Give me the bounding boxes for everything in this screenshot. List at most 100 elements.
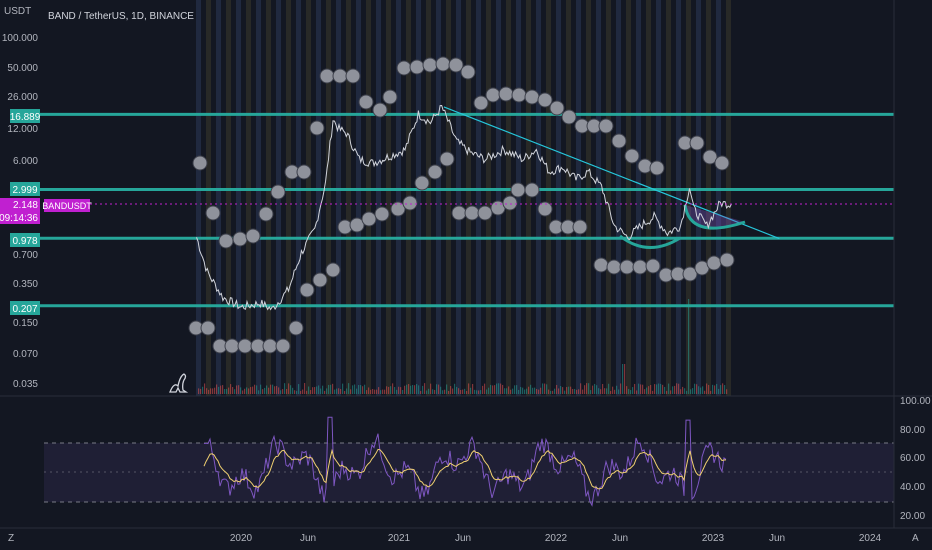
chart[interactable]: USDT BAND / TetherUS, 1D, BINANCE 100.00… [0, 0, 932, 550]
volume-bar [526, 388, 528, 394]
volume-bar [448, 390, 450, 394]
volume-bar [312, 387, 314, 394]
volume-bar [378, 387, 380, 394]
volume-bar [614, 389, 616, 394]
pattern-circle [427, 164, 443, 180]
pattern-circle [572, 219, 588, 235]
volume-bar [278, 387, 280, 394]
volume-bar [418, 385, 420, 394]
volume-bar [598, 388, 600, 394]
volume-bar [370, 389, 372, 394]
volume-bar [704, 390, 706, 394]
price-tick: 0.350 [13, 279, 38, 290]
volume-bar [528, 386, 530, 394]
pattern-circle [205, 205, 221, 221]
highlight-stripe [216, 0, 221, 396]
volume-bar [366, 390, 368, 394]
pattern-circle [224, 338, 240, 354]
pattern-circle [464, 205, 480, 221]
volume-bar [510, 389, 512, 394]
volume-bar [246, 387, 248, 394]
volume-bar [290, 385, 292, 394]
volume-bar [426, 390, 428, 394]
volume-bar [540, 387, 542, 394]
rsi-tick: 40.00 [900, 482, 925, 493]
time-tick: 2022 [545, 533, 568, 544]
price-tick: 26.000 [7, 92, 38, 103]
pattern-circle [435, 56, 451, 72]
volume-bar [466, 390, 468, 394]
volume-bar [672, 386, 674, 394]
pattern-circle [345, 68, 361, 84]
highlight-stripe [206, 0, 211, 396]
highlight-stripe [526, 0, 531, 396]
pattern-circle [549, 100, 565, 116]
volume-bar [600, 389, 602, 394]
volume-bar [498, 383, 500, 394]
volume-bar [694, 383, 696, 394]
volume-bar [638, 383, 640, 394]
pattern-circle [396, 60, 412, 76]
volume-bar [416, 384, 418, 394]
highlight-stripe [246, 0, 251, 396]
volume-bar [248, 388, 250, 394]
volume-bar [410, 385, 412, 394]
volume-bar [640, 384, 642, 394]
highlight-stripe [336, 0, 341, 396]
symbol-title: BAND / TetherUS, 1D, BINANCE [48, 11, 194, 22]
volume-bar [392, 383, 394, 394]
volume-bar [474, 389, 476, 394]
volume-bar [550, 390, 552, 394]
volume-bar [468, 383, 470, 394]
volume-bar [362, 386, 364, 394]
highlight-stripe [706, 0, 711, 396]
time-tick: 2023 [702, 533, 725, 544]
volume-bar [538, 389, 540, 394]
highlight-stripe [306, 0, 311, 396]
volume-bar [412, 384, 414, 394]
volume-bar [282, 389, 284, 394]
pattern-circle [689, 135, 705, 151]
volume-bar [324, 390, 326, 394]
volume-bar [348, 383, 350, 394]
highlight-stripe [596, 0, 601, 396]
volume-bar [266, 385, 268, 394]
volume-bar [372, 388, 374, 394]
volume-bar [690, 389, 692, 394]
pattern-circle [473, 95, 489, 111]
volume-bar [700, 387, 702, 394]
volume-bar [408, 384, 410, 394]
volume-bar [458, 388, 460, 394]
volume-bar [716, 383, 718, 394]
volume-bar [340, 389, 342, 394]
volume-bar [252, 386, 254, 394]
volume-bar [666, 390, 668, 394]
volume-bar [580, 383, 582, 394]
volume-bar [354, 384, 356, 394]
volume-bar [652, 390, 654, 394]
volume-bar [202, 386, 204, 394]
volume-bar [562, 387, 564, 394]
volume-bar [502, 384, 504, 394]
volume-bar [396, 389, 398, 394]
volume-bar [478, 390, 480, 394]
pattern-circle [382, 89, 398, 105]
volume-bar [590, 390, 592, 394]
volume-bar [464, 388, 466, 394]
pattern-circle [218, 233, 234, 249]
volume-bar [532, 387, 534, 394]
highlight-stripe [496, 0, 501, 396]
highlight-stripe [666, 0, 671, 396]
volume-bar [388, 386, 390, 394]
volume-bar [338, 388, 340, 394]
volume-bar [440, 386, 442, 394]
volume-bar [434, 389, 436, 394]
volume-bar [436, 384, 438, 394]
pattern-circle [402, 195, 418, 211]
highlight-stripe [236, 0, 241, 396]
volume-bar [630, 390, 632, 394]
volume-bar [486, 389, 488, 394]
timezone-button[interactable]: Z [8, 533, 14, 544]
auto-scale-button[interactable]: A [912, 533, 919, 544]
volume-bar [646, 387, 648, 394]
